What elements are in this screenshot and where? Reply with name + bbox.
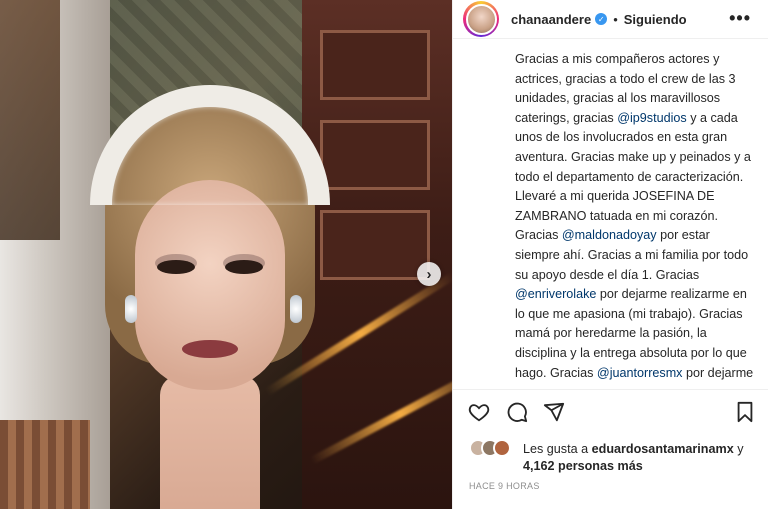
likes-prefix: Les gusta a	[523, 442, 592, 456]
bookmark-icon[interactable]	[733, 400, 757, 424]
caption-text: y a cada unos de los involucrados en est…	[515, 110, 751, 243]
post-header: chanaandere ✓ • Siguiendo •••	[453, 0, 768, 39]
avatar[interactable]	[465, 3, 497, 35]
chevron-right-icon: ›	[426, 265, 432, 283]
pearl-headband	[90, 85, 330, 205]
story-ring[interactable]	[463, 1, 499, 37]
mention-link[interactable]: @juantorresmx	[597, 366, 683, 380]
lips	[182, 340, 238, 358]
header-separator: •	[613, 11, 618, 27]
verified-badge-icon: ✓	[595, 13, 608, 25]
action-bar	[453, 389, 768, 433]
post-side-panel: chanaandere ✓ • Siguiendo ••• Gracias a …	[452, 0, 768, 509]
curtain-shadow	[0, 0, 60, 240]
liker-avatars	[469, 439, 519, 459]
chair-background	[0, 420, 90, 509]
mention-link[interactable]: @enriverolake	[515, 287, 596, 301]
carousel-next-button[interactable]: ›	[417, 262, 441, 286]
likes-count-link[interactable]: 4,162 personas más	[523, 459, 643, 473]
post-caption: Gracias a mis compañeros actores y actri…	[515, 50, 755, 383]
mention-link[interactable]: @ip9studios	[617, 111, 687, 125]
mention-link[interactable]: @maldonadoyay	[562, 228, 657, 242]
left-earring	[125, 295, 137, 323]
comment-icon[interactable]	[505, 400, 529, 424]
likes-text: Les gusta a eduardosantamarinamx y 4,162…	[523, 441, 744, 475]
username-link[interactable]: chanaandere	[511, 12, 591, 27]
post-photo[interactable]: ›	[0, 0, 452, 509]
face	[135, 180, 285, 390]
following-button[interactable]: Siguiendo	[624, 12, 687, 27]
send-icon[interactable]	[542, 400, 566, 424]
heart-icon[interactable]	[467, 400, 491, 424]
likes-summary: Les gusta a eduardosantamarinamx y 4,162…	[469, 437, 759, 477]
more-options-icon[interactable]: •••	[729, 9, 751, 27]
left-eye	[157, 260, 195, 274]
instagram-post: › chanaandere ✓ • Siguiendo ••• Gracias …	[0, 0, 768, 509]
neck	[160, 375, 260, 509]
right-earring	[290, 295, 302, 323]
right-eye	[225, 260, 263, 274]
liker-avatar[interactable]	[493, 439, 511, 457]
post-timestamp[interactable]: HACE 9 HORAS	[469, 481, 540, 491]
liker-username-link[interactable]: eduardosantamarinamx	[592, 442, 734, 456]
likes-connector: y	[733, 442, 744, 456]
portrait-subject	[80, 85, 340, 509]
